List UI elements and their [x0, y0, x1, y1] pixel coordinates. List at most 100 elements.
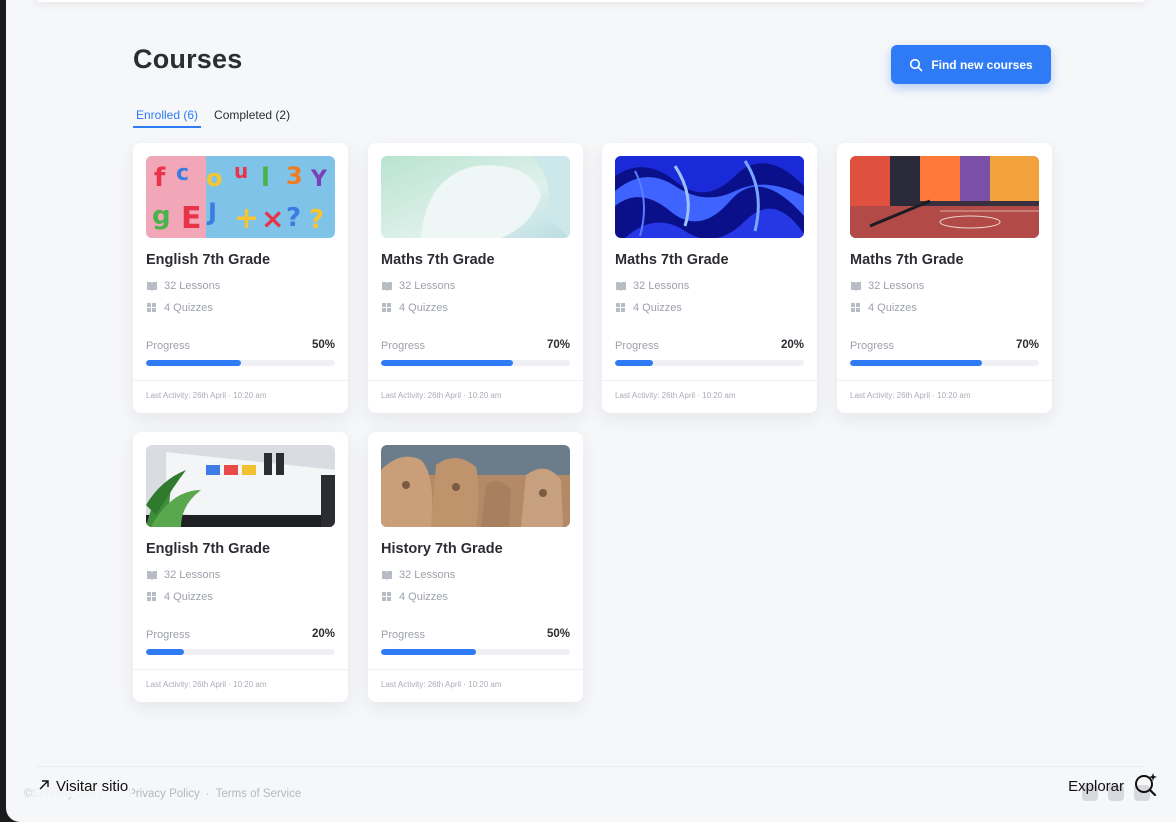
quizzes-count: 4 Quizzes	[146, 591, 213, 603]
course-image-colorful-letters: f c o u l 3 Y g E J + × ? ?	[146, 156, 335, 238]
card-divider	[837, 380, 1052, 381]
last-activity: Last Activity: 26th April · 10:20 am	[381, 680, 502, 689]
sparkle-search-icon	[1134, 772, 1158, 800]
course-title: Maths 7th Grade	[850, 252, 964, 268]
progress-bar	[146, 360, 335, 366]
course-tabs: Enrolled (6) Completed (2)	[133, 108, 293, 128]
svg-text:×: ×	[261, 202, 284, 235]
last-activity: Last Activity: 26th April · 10:20 am	[146, 391, 267, 400]
progress-bar	[615, 360, 804, 366]
card-divider	[602, 380, 817, 381]
quizzes-count: 4 Quizzes	[146, 302, 213, 314]
grid-icon	[381, 592, 393, 602]
lessons-count: 32 Lessons	[146, 569, 220, 581]
progress-fill	[146, 649, 184, 655]
course-image-blue-waves	[615, 156, 804, 238]
quizzes-count: 4 Quizzes	[615, 302, 682, 314]
progress-label: Progress	[615, 340, 660, 352]
course-card[interactable]: f c o u l 3 Y g E J + × ? ? English 7th …	[133, 143, 348, 413]
visit-site-label: Visitar sitio	[56, 778, 129, 795]
page-title: Courses	[133, 44, 243, 74]
book-icon	[381, 570, 393, 580]
progress-label: Progress	[146, 340, 191, 352]
last-activity: Last Activity: 26th April · 10:20 am	[146, 680, 267, 689]
book-icon	[850, 281, 862, 291]
svg-text:g: g	[152, 201, 171, 231]
progress-fill	[615, 360, 653, 366]
last-activity: Last Activity: 26th April · 10:20 am	[850, 391, 971, 400]
tab-enrolled[interactable]: Enrolled (6)	[133, 108, 202, 128]
course-card[interactable]: Maths 7th Grade 32 Lessons 4 Quizzes Pro…	[368, 143, 583, 413]
book-icon	[146, 281, 158, 291]
grid-icon	[146, 592, 158, 602]
progress-value: 70%	[1015, 339, 1039, 351]
quizzes-count: 4 Quizzes	[381, 591, 448, 603]
progress-value: 20%	[311, 628, 335, 640]
lessons-count: 32 Lessons	[615, 280, 689, 292]
progress-bar	[381, 360, 570, 366]
svg-text:?: ?	[309, 205, 324, 235]
last-activity: Last Activity: 26th April · 10:20 am	[615, 391, 736, 400]
course-title: Maths 7th Grade	[381, 252, 495, 268]
progress-bar	[146, 649, 335, 655]
card-divider	[133, 669, 348, 670]
svg-text:?: ?	[286, 203, 301, 233]
svg-text:Y: Y	[310, 167, 328, 192]
grid-icon	[850, 303, 862, 313]
progress-label: Progress	[381, 629, 426, 641]
footer-divider	[36, 766, 1146, 767]
quizzes-count: 4 Quizzes	[850, 302, 917, 314]
progress-label: Progress	[850, 340, 895, 352]
lessons-count: 32 Lessons	[381, 280, 455, 292]
course-card[interactable]: Maths 7th Grade 32 Lessons 4 Quizzes Pro…	[602, 143, 817, 413]
svg-text:+: +	[234, 201, 259, 236]
course-image-colorful-court	[850, 156, 1039, 238]
card-divider	[368, 669, 583, 670]
tab-completed[interactable]: Completed (2)	[211, 108, 293, 128]
progress-label: Progress	[146, 629, 191, 641]
lessons-count: 32 Lessons	[146, 280, 220, 292]
grid-icon	[615, 303, 627, 313]
course-title: English 7th Grade	[146, 252, 271, 268]
progress-bar	[381, 649, 570, 655]
explore-button[interactable]: Explorar	[1068, 772, 1158, 800]
course-title: Maths 7th Grade	[615, 252, 729, 268]
lessons-count: 32 Lessons	[850, 280, 924, 292]
external-arrow-icon	[38, 778, 50, 795]
progress-fill	[850, 360, 983, 366]
svg-text:c: c	[176, 161, 189, 186]
lessons-count: 32 Lessons	[381, 569, 455, 581]
book-icon	[381, 281, 393, 291]
book-icon	[146, 570, 158, 580]
course-card[interactable]: English 7th Grade 32 Lessons 4 Quizzes P…	[133, 432, 348, 702]
progress-value: 20%	[780, 339, 804, 351]
card-divider	[133, 380, 348, 381]
quizzes-count: 4 Quizzes	[381, 302, 448, 314]
last-activity: Last Activity: 26th April · 10:20 am	[381, 391, 502, 400]
top-bar-edge	[36, 0, 1146, 2]
privacy-policy-link[interactable]: Privacy Policy	[128, 788, 200, 800]
grid-icon	[381, 303, 393, 313]
progress-fill	[381, 360, 514, 366]
progress-value: 50%	[311, 339, 335, 351]
course-card[interactable]: Maths 7th Grade 32 Lessons 4 Quizzes Pro…	[837, 143, 1052, 413]
svg-text:E: E	[181, 201, 202, 236]
svg-text:3: 3	[286, 162, 303, 190]
svg-text:o: o	[206, 164, 223, 192]
course-card[interactable]: History 7th Grade 32 Lessons 4 Quizzes P…	[368, 432, 583, 702]
visit-site-link[interactable]: Visitar sitio	[34, 776, 133, 797]
course-title: English 7th Grade	[146, 541, 271, 557]
svg-text:u: u	[234, 159, 248, 183]
course-image-soft-abstract	[381, 156, 570, 238]
course-image-desk-monitor-plant	[146, 445, 335, 527]
progress-bar	[850, 360, 1039, 366]
find-new-courses-button[interactable]: Find new courses	[891, 45, 1051, 84]
svg-text:f: f	[154, 163, 166, 193]
card-divider	[368, 380, 583, 381]
progress-fill	[381, 649, 476, 655]
explore-label: Explorar	[1068, 777, 1124, 795]
terms-of-service-link[interactable]: Terms of Service	[216, 788, 302, 800]
progress-value: 50%	[546, 628, 570, 640]
search-icon	[909, 58, 923, 72]
page-frame: Courses Find new courses Enrolled (6) Co…	[6, 0, 1176, 822]
